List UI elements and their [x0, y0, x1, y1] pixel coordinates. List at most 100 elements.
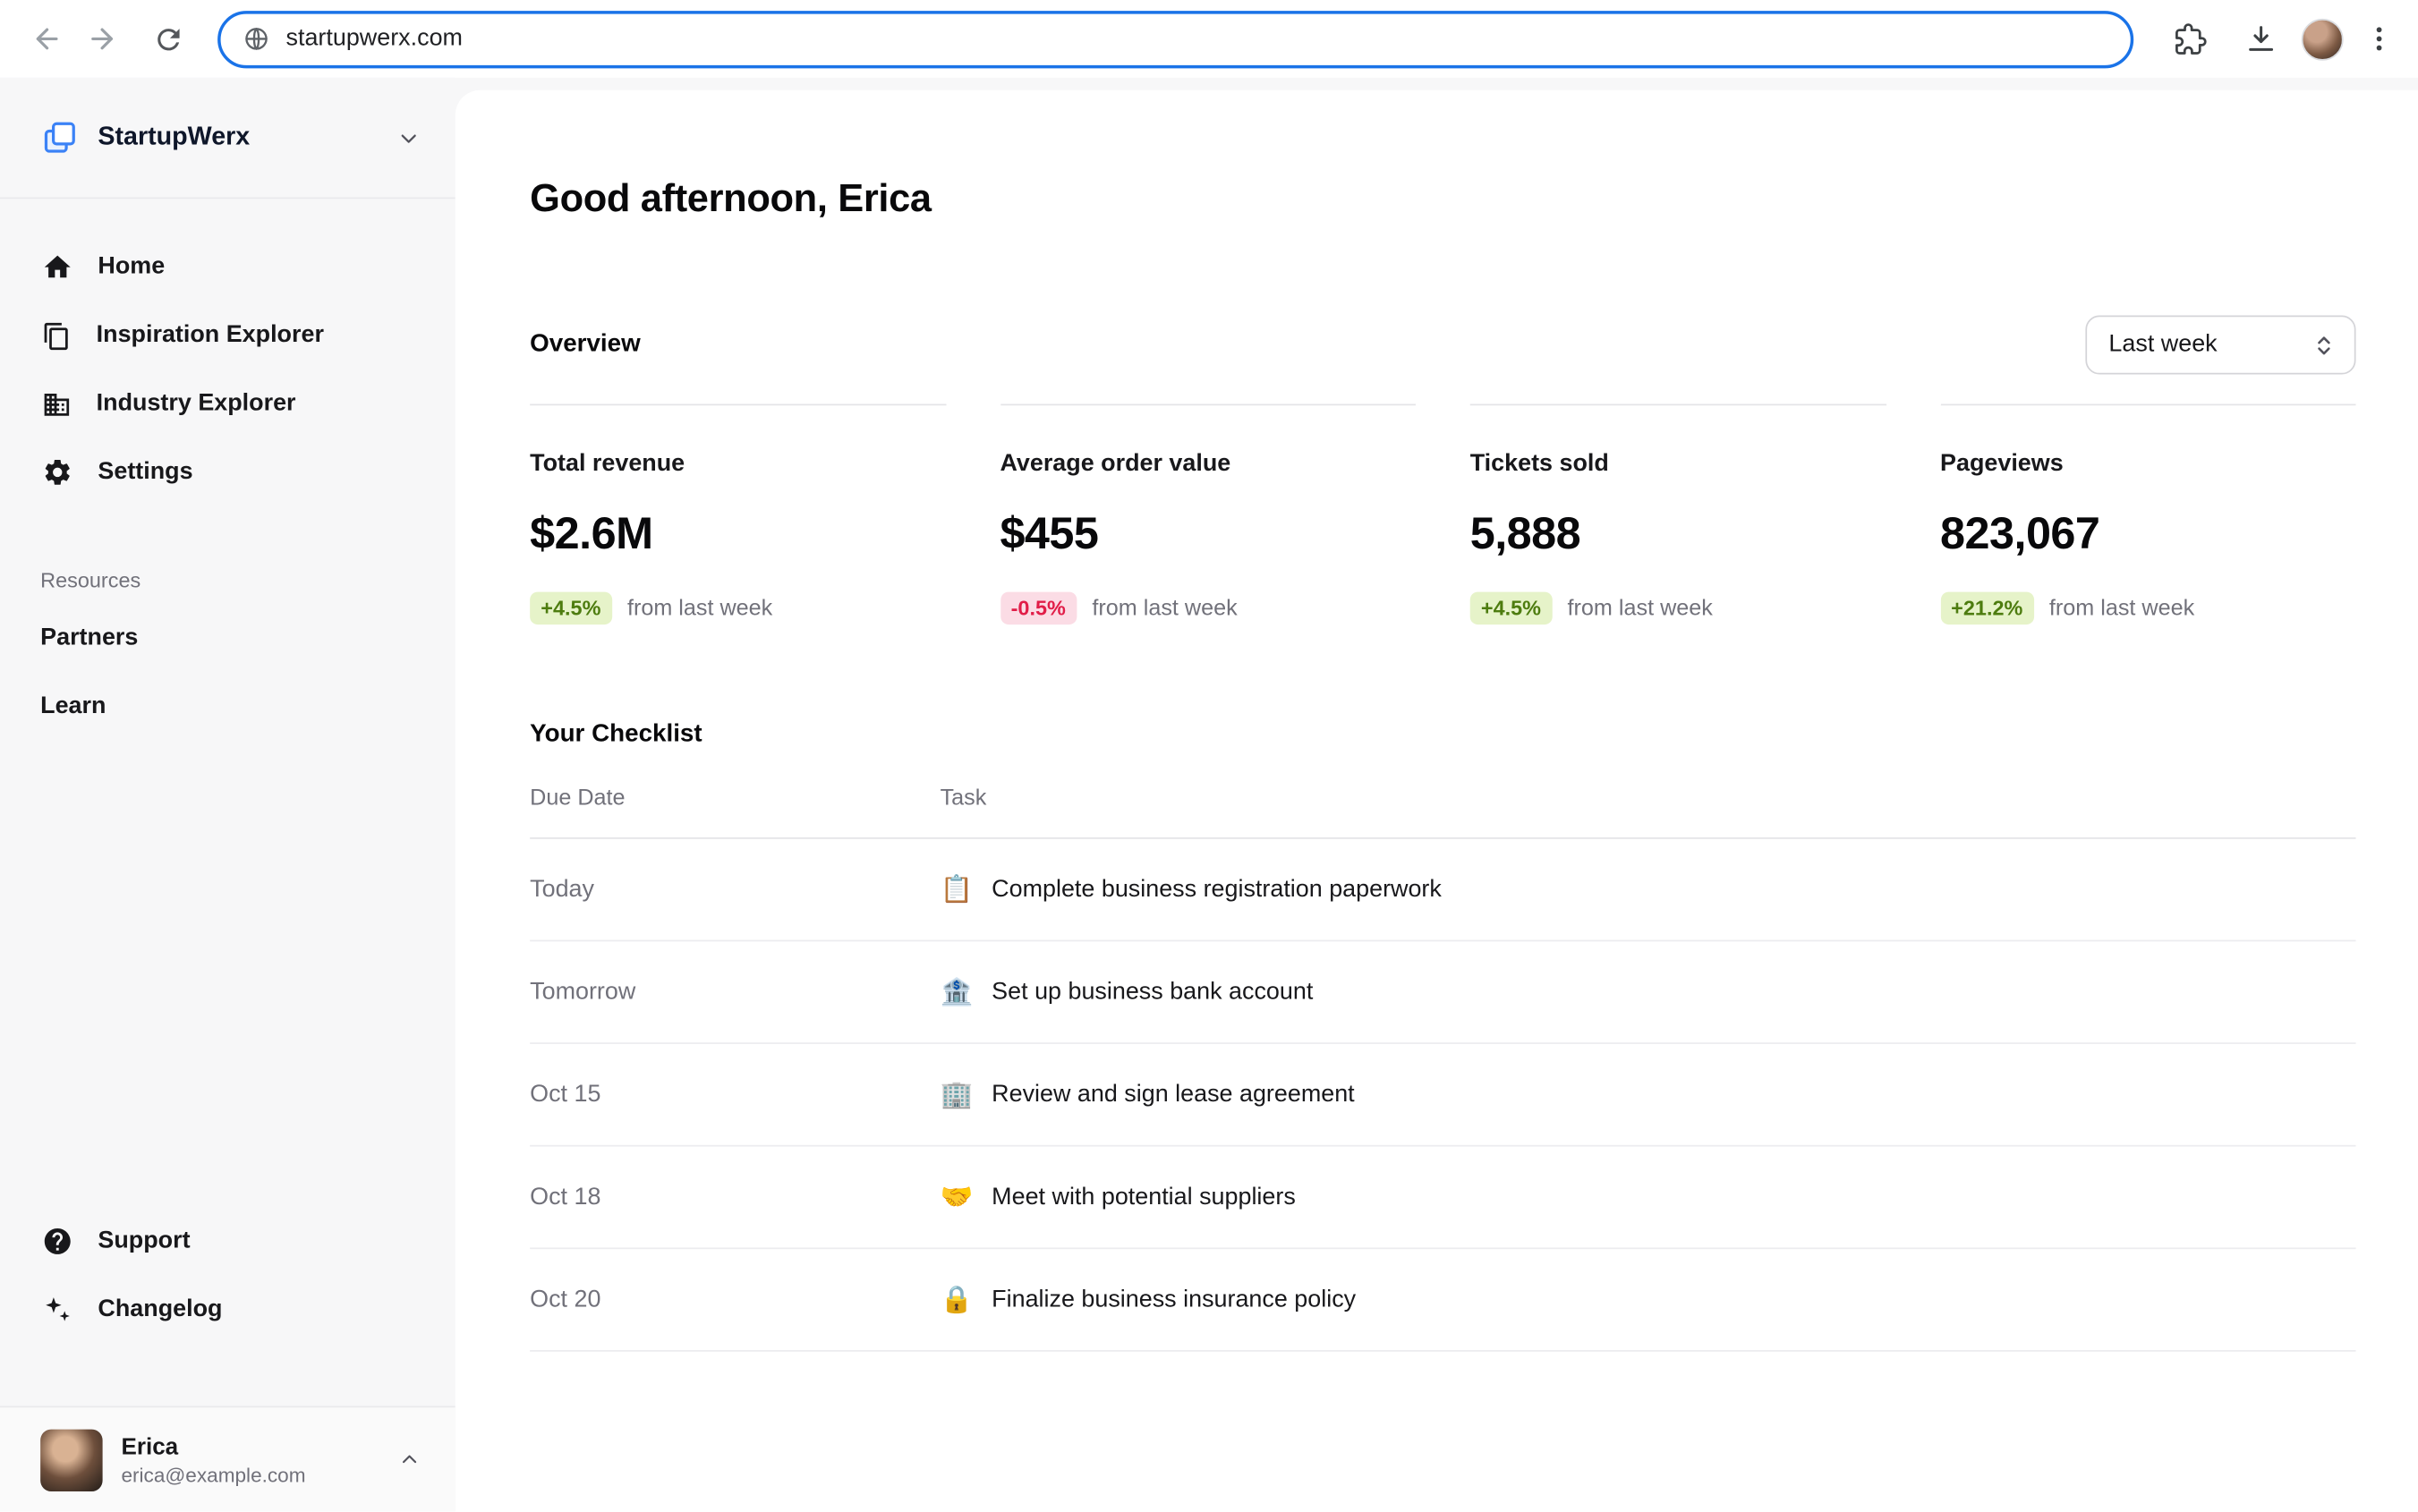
gear-icon [42, 457, 73, 488]
browser-menu-button[interactable] [2353, 8, 2405, 70]
chevron-down-icon [396, 125, 421, 150]
user-menu[interactable]: Erica erica@example.com [0, 1406, 456, 1512]
clipboard-icon: 📋 [941, 876, 974, 903]
stat-value: 823,067 [1940, 510, 2356, 561]
stat-label: Tickets sold [1470, 451, 1886, 479]
user-avatar [40, 1429, 102, 1491]
task-text: Complete business registration paperwork [992, 876, 1442, 904]
refresh-button[interactable] [137, 8, 199, 70]
task-text: Meet with potential suppliers [992, 1183, 1296, 1210]
stat-tickets-sold: Tickets sold 5,888 +4.5% from last week [1470, 403, 1886, 624]
due-date-cell: Tomorrow [530, 978, 940, 1006]
period-select[interactable]: Last week [2085, 316, 2355, 375]
building-icon [42, 389, 72, 419]
office-icon: 🏢 [941, 1082, 974, 1109]
back-button[interactable] [13, 8, 74, 70]
stat-value: 5,888 [1470, 510, 1886, 561]
stats-grid: Total revenue $2.6M +4.5% from last week… [530, 403, 2355, 624]
due-date-cell: Oct 18 [530, 1183, 940, 1210]
task-text: Review and sign lease agreement [992, 1081, 1354, 1109]
sidebar-item-learn[interactable]: Learn [0, 673, 456, 741]
sparkles-icon [42, 1295, 73, 1326]
checklist-section: Your Checklist Due Date Task Today 📋 Com… [530, 721, 2355, 1352]
resources-section-label: Resources [0, 569, 456, 592]
table-row[interactable]: Today 📋 Complete business registration p… [530, 839, 2355, 942]
stat-note: from last week [1568, 596, 1713, 621]
stat-delta-badge: +4.5% [1470, 592, 1552, 624]
stat-note: from last week [1092, 596, 1237, 621]
refresh-icon [151, 22, 183, 55]
sidebar: StartupWerx Home Inspiration Explorer In… [0, 78, 456, 1512]
extensions-icon [2173, 22, 2205, 55]
due-date-cell: Today [530, 876, 940, 904]
overview-title: Overview [530, 331, 641, 359]
table-row[interactable]: Tomorrow 🏦 Set up business bank account [530, 941, 2355, 1044]
checklist-header-row: Due Date Task [530, 758, 2355, 838]
download-icon [2244, 21, 2278, 55]
sidebar-item-home[interactable]: Home [0, 233, 456, 301]
page-greeting: Good afternoon, Erica [530, 90, 2355, 223]
sidebar-item-label: Support [98, 1227, 190, 1255]
lock-icon: 🔒 [941, 1287, 974, 1313]
help-icon [42, 1226, 73, 1257]
stat-note: from last week [627, 596, 772, 621]
sidebar-item-changelog[interactable]: Changelog [0, 1276, 456, 1344]
workspace-switcher[interactable]: StartupWerx [0, 78, 456, 199]
stat-note: from last week [2049, 596, 2194, 621]
stat-delta-badge: -0.5% [1000, 592, 1077, 624]
stat-pageviews: Pageviews 823,067 +21.2% from last week [1940, 403, 2356, 624]
sidebar-item-industry-explorer[interactable]: Industry Explorer [0, 370, 456, 437]
forward-button[interactable] [74, 8, 136, 70]
task-text: Finalize business insurance policy [992, 1286, 1356, 1313]
browser-window: startupwerx.com StartupWerx [0, 0, 2418, 1512]
back-icon [27, 21, 61, 55]
address-bar[interactable]: startupwerx.com [217, 10, 2133, 67]
sidebar-item-partners[interactable]: Partners [0, 604, 456, 672]
user-name: Erica [121, 1433, 379, 1460]
column-header-task: Task [941, 786, 2356, 811]
stat-value: $2.6M [530, 510, 946, 561]
sidebar-item-label: Industry Explorer [97, 390, 296, 418]
stat-delta-badge: +21.2% [1940, 592, 2033, 624]
handshake-icon: 🤝 [941, 1184, 974, 1210]
sidebar-item-support[interactable]: Support [0, 1207, 456, 1275]
sidebar-item-label: Settings [98, 458, 192, 486]
stat-label: Total revenue [530, 451, 946, 479]
sidebar-item-settings[interactable]: Settings [0, 438, 456, 506]
forward-icon [89, 21, 123, 55]
user-email: erica@example.com [121, 1463, 379, 1486]
extensions-button[interactable] [2158, 8, 2220, 70]
table-row[interactable]: Oct 20 🔒 Finalize business insurance pol… [530, 1249, 2355, 1352]
table-row[interactable]: Oct 18 🤝 Meet with potential suppliers [530, 1147, 2355, 1250]
checklist-title: Your Checklist [530, 721, 2355, 749]
sidebar-item-label: Inspiration Explorer [97, 321, 324, 349]
url-text: startupwerx.com [286, 25, 463, 53]
period-select-value: Last week [2108, 331, 2217, 359]
copy-icon [42, 321, 72, 351]
home-icon [42, 251, 73, 283]
sidebar-item-label: Partners [40, 624, 138, 652]
main-content: Good afternoon, Erica Overview Last week… [456, 78, 2418, 1512]
table-row[interactable]: Oct 15 🏢 Review and sign lease agreement [530, 1044, 2355, 1147]
sidebar-item-label: Learn [40, 692, 106, 720]
stat-label: Average order value [1000, 451, 1416, 479]
profile-avatar[interactable] [2302, 18, 2344, 60]
site-globe-icon [243, 25, 270, 53]
stat-delta-badge: +4.5% [530, 592, 611, 624]
due-date-cell: Oct 20 [530, 1286, 940, 1313]
due-date-cell: Oct 15 [530, 1081, 940, 1109]
sidebar-item-inspiration-explorer[interactable]: Inspiration Explorer [0, 302, 456, 370]
bank-icon: 🏦 [941, 979, 974, 1006]
task-text: Set up business bank account [992, 978, 1313, 1006]
stat-label: Pageviews [1940, 451, 2356, 479]
sidebar-item-label: Home [98, 253, 165, 281]
select-chevrons-icon [2312, 333, 2336, 356]
kebab-menu-icon [2363, 23, 2395, 55]
sidebar-item-label: Changelog [98, 1295, 222, 1323]
stat-average-order-value: Average order value $455 -0.5% from last… [1000, 403, 1416, 624]
downloads-button[interactable] [2230, 8, 2292, 70]
stat-total-revenue: Total revenue $2.6M +4.5% from last week [530, 403, 946, 624]
brand-logo-icon [40, 118, 79, 157]
browser-toolbar: startupwerx.com [0, 0, 2418, 78]
checklist-table: Due Date Task Today 📋 Complete business … [530, 758, 2355, 1351]
